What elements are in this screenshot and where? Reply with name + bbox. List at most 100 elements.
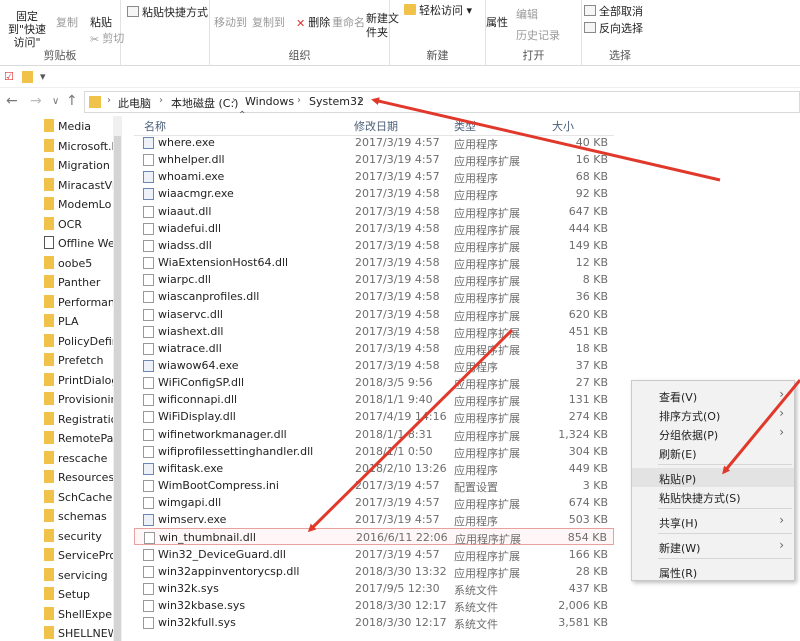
- menu-item-new[interactable]: 新建(W) ›: [632, 537, 794, 556]
- nav-item[interactable]: PolicyDefin: [44, 333, 114, 353]
- paste-shortcut-button[interactable]: 粘贴快捷方式: [127, 4, 208, 20]
- file-row[interactable]: WimBootCompress.ini 2017/3/19 4:57 配置设置 3 K…: [134, 477, 614, 494]
- nav-item[interactable]: Resources: [44, 470, 114, 489]
- file-row[interactable]: WiFiDisplay.dll 2017/4/19 14:16 应用程序扩展 274 …: [134, 408, 614, 425]
- file-row[interactable]: win32k.sys 2017/9/5 12:30 系统文件 437 KB: [134, 580, 614, 597]
- nav-item[interactable]: security: [44, 528, 114, 548]
- nav-item[interactable]: Migration: [44, 158, 114, 177]
- folder-icon: [44, 275, 54, 288]
- cut-button[interactable]: ✂ 剪切: [90, 30, 124, 46]
- nav-item[interactable]: Microsoft.I: [44, 138, 114, 158]
- nav-item[interactable]: schemas: [44, 509, 114, 528]
- file-row[interactable]: where.exe 2017/3/19 4:57 应用程序 40 KB: [134, 134, 614, 151]
- nav-item[interactable]: Setup: [44, 587, 114, 606]
- folder-icon[interactable]: [22, 71, 33, 83]
- folder-icon: [44, 353, 54, 366]
- file-row[interactable]: WiFiConfigSP.dll 2018/3/5 9:56 应用程序扩展 27 KB: [134, 374, 614, 391]
- address-bar[interactable]: › 此电脑 › 本地磁盘 (C:) › Windows › System32 ›: [84, 91, 800, 113]
- nav-item[interactable]: OCR: [44, 216, 114, 236]
- menu-item-refresh[interactable]: 刷新(E): [632, 443, 794, 462]
- breadcrumb-system32[interactable]: System32: [309, 95, 364, 108]
- select-all-button[interactable]: 全部取消: [584, 3, 643, 19]
- menu-item-view[interactable]: 查看(V) ›: [632, 386, 794, 405]
- edit-button[interactable]: 编辑: [516, 6, 538, 22]
- folder-icon: [44, 197, 54, 210]
- file-row[interactable]: whhelper.dll 2017/3/19 4:57 应用程序扩展 16 KB: [134, 151, 614, 168]
- pin-quick-access-button[interactable]: 固定到"快速访问": [4, 10, 50, 49]
- file-row[interactable]: WiaExtensionHost64.dll 2017/3/19 4:58 应用程序…: [134, 254, 614, 271]
- menu-item-properties[interactable]: 属性(R): [632, 562, 794, 581]
- file-row[interactable]: whoami.exe 2017/3/19 4:57 应用程序 68 KB: [134, 168, 614, 185]
- nav-item[interactable]: Prefetch: [44, 353, 114, 372]
- file-row[interactable]: wificonnapi.dll 2018/1/1 9:40 应用程序扩展 131 KB: [134, 391, 614, 408]
- file-row-highlighted[interactable]: win_thumbnail.dll 2016/6/11 22:06 应用程序扩展 85…: [134, 528, 614, 546]
- file-row[interactable]: wifitask.exe 2018/2/10 13:26 应用程序 449 KB: [134, 460, 614, 477]
- nav-item[interactable]: ServicePro: [44, 548, 114, 567]
- breadcrumb-local-disk[interactable]: 本地磁盘 (C:): [171, 95, 238, 111]
- history-button[interactable]: 历史记录: [516, 27, 560, 43]
- nav-item[interactable]: Offline We: [44, 236, 114, 255]
- menu-item-group-by[interactable]: 分组依据(P) ›: [632, 424, 794, 443]
- nav-item[interactable]: SchCache: [44, 489, 114, 509]
- file-row[interactable]: wiawow64.exe 2017/3/19 4:58 应用程序 37 KB: [134, 357, 614, 374]
- nav-item[interactable]: Performan: [44, 294, 114, 314]
- copy-to-button[interactable]: 复制到: [252, 14, 285, 30]
- breadcrumb-windows[interactable]: Windows: [245, 95, 294, 108]
- nav-item[interactable]: ModemLo: [44, 197, 114, 216]
- address-folder-icon: [89, 96, 101, 108]
- rename-button[interactable]: 重命名: [332, 14, 365, 30]
- back-arrow-icon[interactable]: ←: [6, 93, 18, 109]
- nav-item[interactable]: PrintDialog: [44, 372, 114, 392]
- scrollbar-thumb[interactable]: [114, 136, 121, 641]
- properties-button[interactable]: 属性: [486, 14, 508, 30]
- copy-button[interactable]: 复制: [56, 14, 78, 30]
- delete-button[interactable]: ✕ 删除: [296, 14, 330, 30]
- file-row[interactable]: wiadefui.dll 2017/3/19 4:58 应用程序扩展 444 KB: [134, 220, 614, 237]
- up-arrow-icon[interactable]: ↑: [66, 93, 78, 109]
- menu-item-paste-shortcut[interactable]: 粘贴快捷方式(S): [632, 487, 794, 506]
- nav-item[interactable]: Provisionin: [44, 392, 114, 411]
- file-row[interactable]: wiarpc.dll 2017/3/19 4:58 应用程序扩展 8 KB: [134, 271, 614, 288]
- nav-item[interactable]: PLA: [44, 314, 114, 333]
- nav-item[interactable]: rescache: [44, 450, 114, 470]
- file-row[interactable]: wiatrace.dll 2017/3/19 4:58 应用程序扩展 18 KB: [134, 340, 614, 357]
- file-row[interactable]: wiascanprofiles.dll 2017/3/19 4:58 应用程序扩展 3…: [134, 288, 614, 305]
- nav-item[interactable]: SHELLNEW: [44, 626, 114, 641]
- file-row[interactable]: wifiprofilessettinghandler.dll 2018/1/1 0…: [134, 443, 614, 460]
- menu-item-share[interactable]: 共享(H) ›: [632, 512, 794, 531]
- nav-item[interactable]: MiracastVi: [44, 177, 114, 197]
- nav-item[interactable]: servicing: [44, 567, 114, 587]
- sys-file-icon: [143, 600, 154, 613]
- new-folder-button[interactable]: 新建文件夹: [366, 12, 400, 40]
- easy-access-button[interactable]: 轻松访问 ▾: [404, 2, 472, 18]
- nav-item[interactable]: RemotePac: [44, 431, 114, 450]
- invert-selection-button[interactable]: 反向选择: [584, 20, 643, 36]
- file-row[interactable]: wiadss.dll 2017/3/19 4:58 应用程序扩展 149 KB: [134, 237, 614, 254]
- properties-check-icon[interactable]: ☑: [4, 70, 14, 83]
- forward-arrow-icon[interactable]: →: [30, 93, 42, 109]
- nav-item[interactable]: ShellExperi: [44, 606, 114, 626]
- file-row[interactable]: win32kbase.sys 2018/3/30 12:17 系统文件 2,006 K…: [134, 597, 614, 614]
- nav-item[interactable]: Registratio: [44, 411, 114, 431]
- menu-item-sort-by[interactable]: 排序方式(O) ›: [632, 405, 794, 424]
- nav-item[interactable]: Media: [44, 119, 114, 138]
- file-row[interactable]: win32appinventorycsp.dll 2018/3/30 13:32 应…: [134, 563, 614, 580]
- nav-item[interactable]: Panther: [44, 275, 114, 294]
- recent-locations-icon[interactable]: ∨: [52, 96, 59, 107]
- navigation-pane-scrollbar[interactable]: [113, 116, 122, 641]
- file-row[interactable]: Win32_DeviceGuard.dll 2017/3/19 4:57 应用程序扩…: [134, 546, 614, 563]
- file-row[interactable]: wiaaut.dll 2017/3/19 4:58 应用程序扩展 647 KB: [134, 203, 614, 220]
- file-row[interactable]: win32kfull.sys 2018/3/30 12:17 系统文件 3,581 K…: [134, 614, 614, 631]
- breadcrumb-this-pc[interactable]: 此电脑: [118, 95, 151, 111]
- file-row[interactable]: wiaservc.dll 2017/3/19 4:58 应用程序扩展 620 KB: [134, 306, 614, 323]
- move-to-button[interactable]: 移动到: [214, 14, 247, 30]
- paste-button[interactable]: 粘贴: [90, 14, 112, 30]
- menu-item-paste[interactable]: 粘贴(P): [632, 468, 794, 487]
- file-row[interactable]: wimgapi.dll 2017/3/19 4:57 应用程序扩展 674 KB: [134, 494, 614, 511]
- file-row[interactable]: wimserv.exe 2017/3/19 4:57 应用程序 503 KB: [134, 511, 614, 528]
- file-row[interactable]: wiaacmgr.exe 2017/3/19 4:58 应用程序 92 KB: [134, 185, 614, 202]
- nav-item[interactable]: oobe5: [44, 255, 114, 275]
- file-row[interactable]: wifinetworkmanager.dll 2018/1/1 8:31 应用程序扩…: [134, 426, 614, 443]
- file-row[interactable]: wiashext.dll 2017/3/19 4:58 应用程序扩展 451 KB: [134, 323, 614, 340]
- qat-dropdown-icon[interactable]: ▾: [40, 70, 46, 83]
